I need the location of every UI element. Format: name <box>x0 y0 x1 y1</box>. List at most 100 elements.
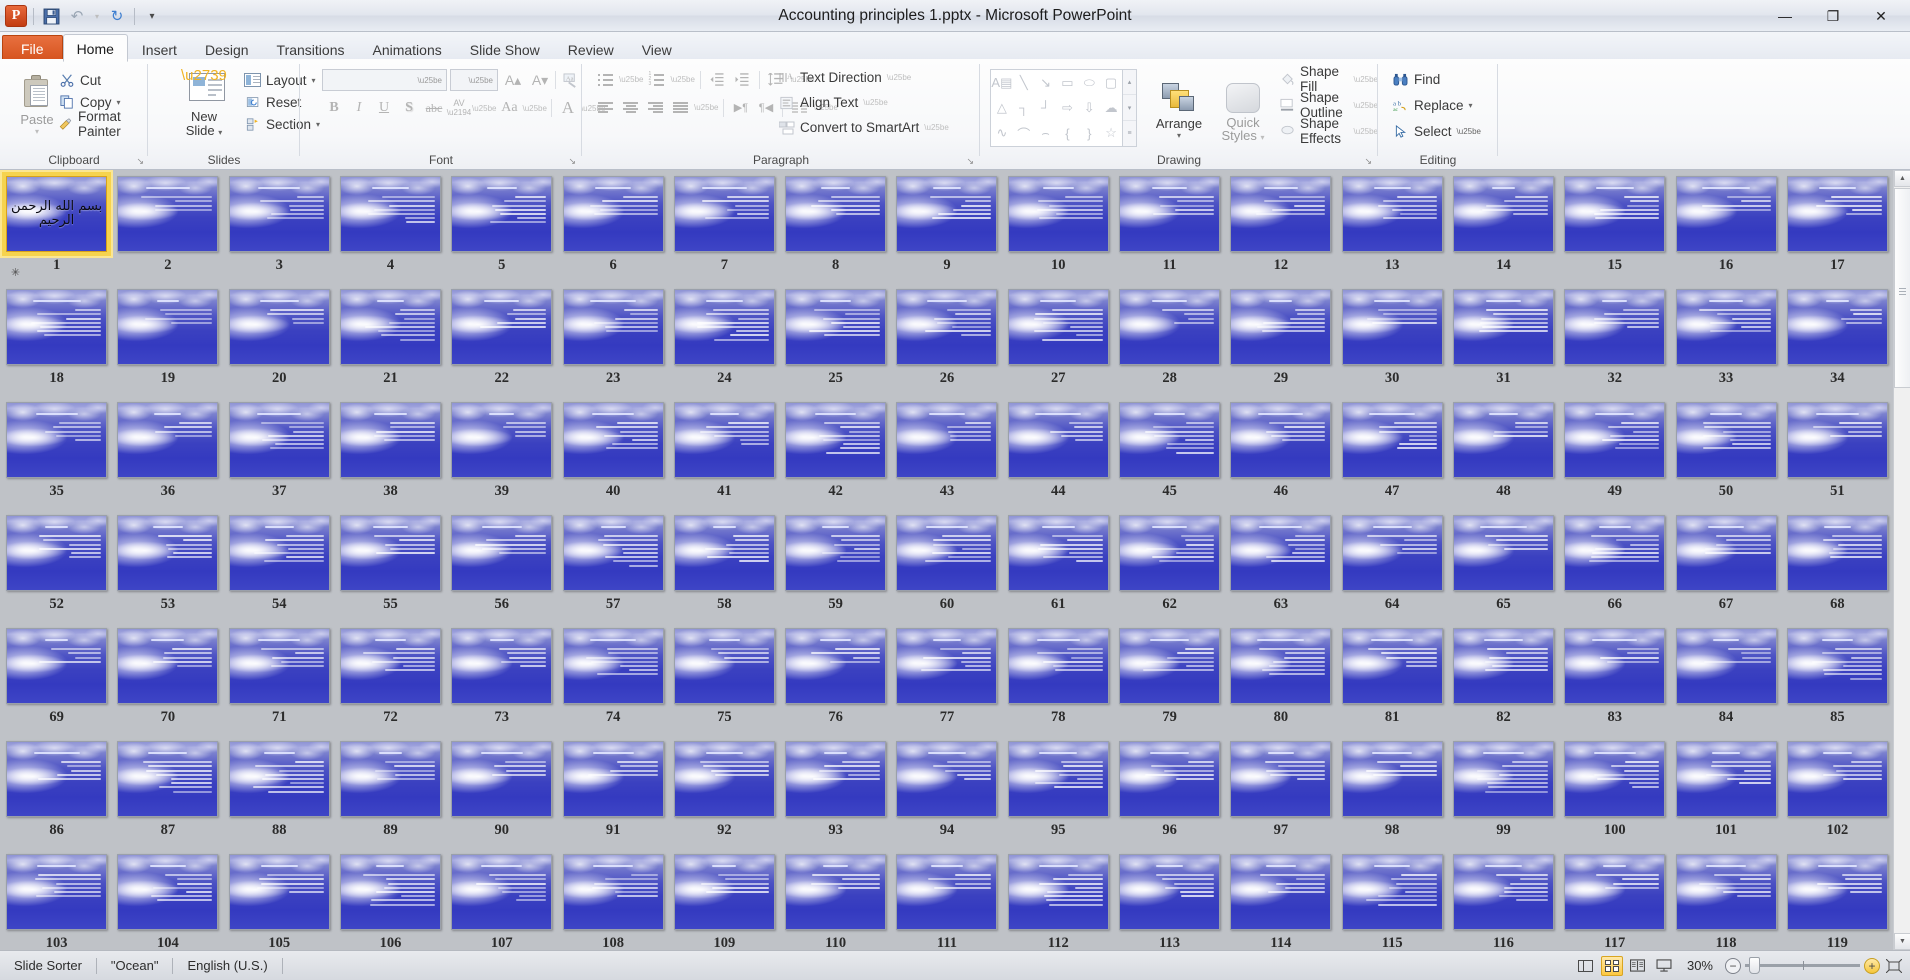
slide-thumbnail-15[interactable]: 15 <box>1559 170 1670 283</box>
slide-preview[interactable] <box>562 628 664 704</box>
zoom-in-button[interactable]: + <box>1864 957 1880 974</box>
shape-item[interactable]: ┘ <box>1035 95 1057 120</box>
shape-item[interactable]: { <box>1057 121 1079 146</box>
slide-thumbnail-119[interactable]: 119 <box>1782 848 1893 950</box>
slide-thumbnail-115[interactable]: 115 <box>1337 848 1448 950</box>
zoom-level-label[interactable]: 30% <box>1679 958 1721 973</box>
slide-preview[interactable] <box>228 176 330 252</box>
align-text-dropdown-icon[interactable]: \u25be <box>863 98 887 107</box>
slide-thumbnail-47[interactable]: 47 <box>1337 396 1448 509</box>
slide-thumbnail-46[interactable]: 46 <box>1225 396 1336 509</box>
minimize-button[interactable]: — <box>1762 3 1808 29</box>
shape-item[interactable]: △ <box>991 95 1013 120</box>
shape-item[interactable]: } <box>1078 121 1100 146</box>
slide-thumbnail-60[interactable]: 60 <box>891 509 1002 622</box>
slide-preview[interactable] <box>339 741 441 817</box>
slide-preview[interactable] <box>896 628 998 704</box>
slide-thumbnail-107[interactable]: 107 <box>446 848 557 950</box>
slide-thumbnail-38[interactable]: 38 <box>335 396 446 509</box>
slide-thumbnail-111[interactable]: 111 <box>891 848 1002 950</box>
ltr-direction-icon[interactable]: ▶¶ <box>729 97 752 118</box>
convert-to-smartart-button[interactable]: Convert to SmartArt \u25be <box>778 115 949 140</box>
slide-preview[interactable] <box>117 741 219 817</box>
slide-preview[interactable] <box>785 515 887 591</box>
font-dialog-launcher[interactable]: ↘ <box>568 156 576 167</box>
slide-thumbnail-39[interactable]: 39 <box>446 396 557 509</box>
bold-button[interactable]: B <box>322 97 346 119</box>
slide-preview[interactable] <box>1230 854 1332 930</box>
slide-preview[interactable] <box>1230 176 1332 252</box>
replace-button[interactable]: a b ac Replace ▾ <box>1392 92 1481 118</box>
shapes-gallery-scrollbar[interactable]: ▴ ▾ ≡ <box>1123 69 1137 147</box>
slide-thumbnail-11[interactable]: 11 <box>1114 170 1225 283</box>
slide-thumbnail-18[interactable]: 18 <box>1 283 112 396</box>
slide-thumbnail-53[interactable]: 53 <box>112 509 223 622</box>
language-label[interactable]: English (U.S.) <box>173 956 281 976</box>
slide-thumbnail-110[interactable]: 110 <box>780 848 891 950</box>
slide-thumbnail-1[interactable]: بسم الله الرحمن الرحيم ✳ 1 <box>1 170 112 283</box>
slide-preview[interactable] <box>1230 289 1332 365</box>
select-button[interactable]: Select \u25be <box>1392 118 1481 144</box>
slide-preview[interactable] <box>1119 628 1221 704</box>
ribbon-tab-strip[interactable]: File Home Insert Design Transitions Animation… <box>0 32 1910 82</box>
slide-preview[interactable] <box>1007 628 1109 704</box>
slide-thumbnail-95[interactable]: 95 <box>1003 735 1114 848</box>
slide-preview[interactable] <box>339 289 441 365</box>
slide-preview[interactable] <box>1341 402 1443 478</box>
slide-thumbnail-23[interactable]: 23 <box>557 283 668 396</box>
slide-thumbnail-6[interactable]: 6 <box>557 170 668 283</box>
quick-styles-dropdown-icon[interactable]: ▾ <box>1261 133 1265 142</box>
slide-preview[interactable] <box>1119 741 1221 817</box>
slide-thumbnail-28[interactable]: 28 <box>1114 283 1225 396</box>
slide-preview[interactable] <box>896 176 998 252</box>
gallery-scroll-down-icon[interactable]: ▾ <box>1123 96 1136 121</box>
slide-preview[interactable] <box>1452 854 1554 930</box>
slide-thumbnail-61[interactable]: 61 <box>1003 509 1114 622</box>
slide-thumbnail-16[interactable]: 16 <box>1670 170 1781 283</box>
slide-preview[interactable] <box>785 741 887 817</box>
slide-preview[interactable] <box>1341 854 1443 930</box>
slide-thumbnail-114[interactable]: 114 <box>1225 848 1336 950</box>
slide-thumbnail-86[interactable]: 86 <box>1 735 112 848</box>
slide-thumbnail-17[interactable]: 17 <box>1782 170 1893 283</box>
slide-thumbnail-3[interactable]: 3 <box>224 170 335 283</box>
text-direction-dropdown-icon[interactable]: \u25be <box>887 73 911 82</box>
slide-preview[interactable] <box>228 515 330 591</box>
slide-thumbnail-55[interactable]: 55 <box>335 509 446 622</box>
slide-preview[interactable] <box>1786 176 1888 252</box>
shape-effects-dropdown-icon[interactable]: \u25be <box>1354 127 1378 136</box>
slide-preview[interactable] <box>1675 628 1777 704</box>
align-text-button[interactable]: Align Text \u25be <box>778 90 949 115</box>
slide-preview[interactable] <box>339 515 441 591</box>
slide-thumbnail-75[interactable]: 75 <box>669 622 780 735</box>
slide-thumbnail-26[interactable]: 26 <box>891 283 1002 396</box>
shape-item[interactable]: ☁ <box>1100 95 1122 120</box>
slide-thumbnail-98[interactable]: 98 <box>1337 735 1448 848</box>
slide-thumbnail-32[interactable]: 32 <box>1559 283 1670 396</box>
slide-preview[interactable] <box>6 289 108 365</box>
slide-preview[interactable] <box>1230 628 1332 704</box>
slide-preview[interactable] <box>1007 515 1109 591</box>
slide-preview[interactable] <box>896 289 998 365</box>
tab-home[interactable]: Home <box>62 34 128 62</box>
slide-preview[interactable] <box>339 176 441 252</box>
slide-thumbnail-64[interactable]: 64 <box>1337 509 1448 622</box>
slide-thumbnail-13[interactable]: 13 <box>1337 170 1448 283</box>
rtl-direction-icon[interactable]: ¶◀ <box>754 97 777 118</box>
slide-thumbnail-105[interactable]: 105 <box>224 848 335 950</box>
slide-thumbnail-79[interactable]: 79 <box>1114 622 1225 735</box>
slide-thumbnail-108[interactable]: 108 <box>557 848 668 950</box>
vertical-scrollbar[interactable]: ▲ ▼ <box>1893 170 1910 950</box>
slide-thumbnail-81[interactable]: 81 <box>1337 622 1448 735</box>
change-case-dropdown-icon[interactable]: \u25be <box>522 104 546 113</box>
slide-preview[interactable] <box>785 628 887 704</box>
slide-thumbnail-37[interactable]: 37 <box>224 396 335 509</box>
slide-thumbnail-24[interactable]: 24 <box>669 283 780 396</box>
slide-thumbnail-48[interactable]: 48 <box>1448 396 1559 509</box>
slide-thumbnail-7[interactable]: 7 <box>669 170 780 283</box>
slide-thumbnail-113[interactable]: 113 <box>1114 848 1225 950</box>
slide-thumbnail-8[interactable]: 8 <box>780 170 891 283</box>
ribbon-tabs[interactable]: File Home Insert Design Transitions Animation… <box>0 32 1910 62</box>
slide-thumbnail-27[interactable]: 27 <box>1003 283 1114 396</box>
slide-preview[interactable] <box>1341 628 1443 704</box>
